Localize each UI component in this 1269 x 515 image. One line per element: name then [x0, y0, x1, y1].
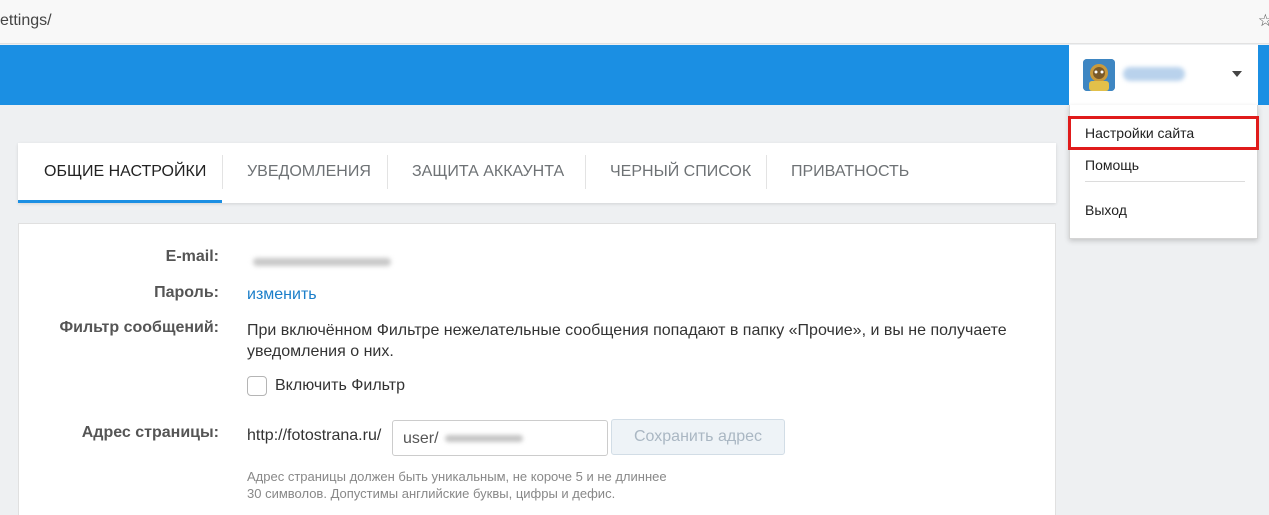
tab-divider — [222, 155, 223, 189]
tab-account-security[interactable]: ЗАЩИТА АККАУНТА — [412, 143, 564, 203]
message-filter-description: При включённом Фильтре нежелательные соо… — [247, 322, 1007, 360]
page-address-input[interactable]: user/ — [392, 420, 608, 456]
url-text[interactable]: ettings/ — [0, 12, 52, 30]
star-icon[interactable]: ☆ — [1258, 11, 1269, 31]
email-label: E-mail: — [165, 248, 219, 265]
tab-blacklist[interactable]: ЧЕРНЫЙ СПИСОК — [610, 143, 751, 203]
page-address-value[interactable]: user/ — [403, 430, 439, 448]
tab-notifications[interactable]: УВЕДОМЛЕНИЯ — [247, 143, 371, 203]
tab-divider — [387, 155, 388, 189]
general-settings-panel: E-mail: Пароль: изменить Фильтр сообщени… — [18, 223, 1056, 515]
address-hint-line2: 30 символов. Допустимы английские буквы,… — [247, 486, 616, 501]
tab-divider — [766, 155, 767, 189]
user-name-blurred — [1123, 67, 1185, 81]
change-password-link[interactable]: изменить — [247, 286, 317, 304]
email-value-blurred — [253, 258, 391, 266]
tab-divider — [585, 155, 586, 189]
menu-item-help[interactable]: Помощь — [1085, 157, 1139, 173]
tab-privacy[interactable]: ПРИВАТНОСТЬ — [791, 143, 909, 203]
address-hint-line1: Адрес страницы должен быть уникальным, н… — [247, 469, 667, 484]
enable-filter-checkbox[interactable] — [247, 376, 267, 396]
enable-filter-label[interactable]: Включить Фильтр — [275, 377, 405, 395]
avatar[interactable] — [1083, 59, 1115, 91]
settings-tabs: ОБЩИЕ НАСТРОЙКИ УВЕДОМЛЕНИЯ ЗАЩИТА АККАУ… — [18, 143, 1056, 203]
page-address-prefix: http://fotostrana.ru/ — [247, 427, 382, 444]
save-address-button[interactable]: Сохранить адрес — [611, 419, 785, 455]
address-hint: Адрес страницы должен быть уникальным, н… — [247, 468, 727, 502]
menu-item-logout[interactable]: Выход — [1085, 202, 1127, 218]
password-label: Пароль: — [154, 284, 219, 301]
browser-url-bar[interactable]: ettings/ ☆ — [0, 0, 1269, 44]
message-filter-label: Фильтр сообщений: — [59, 319, 219, 336]
user-menu-toggle[interactable] — [1069, 45, 1258, 105]
page-address-label: Адрес страницы: — [81, 424, 219, 441]
highlight-box — [1068, 116, 1259, 150]
tab-general[interactable]: ОБЩИЕ НАСТРОЙКИ — [18, 143, 222, 203]
menu-divider — [1085, 181, 1245, 182]
chevron-down-icon[interactable] — [1232, 71, 1242, 77]
page-address-blurred — [445, 435, 523, 442]
